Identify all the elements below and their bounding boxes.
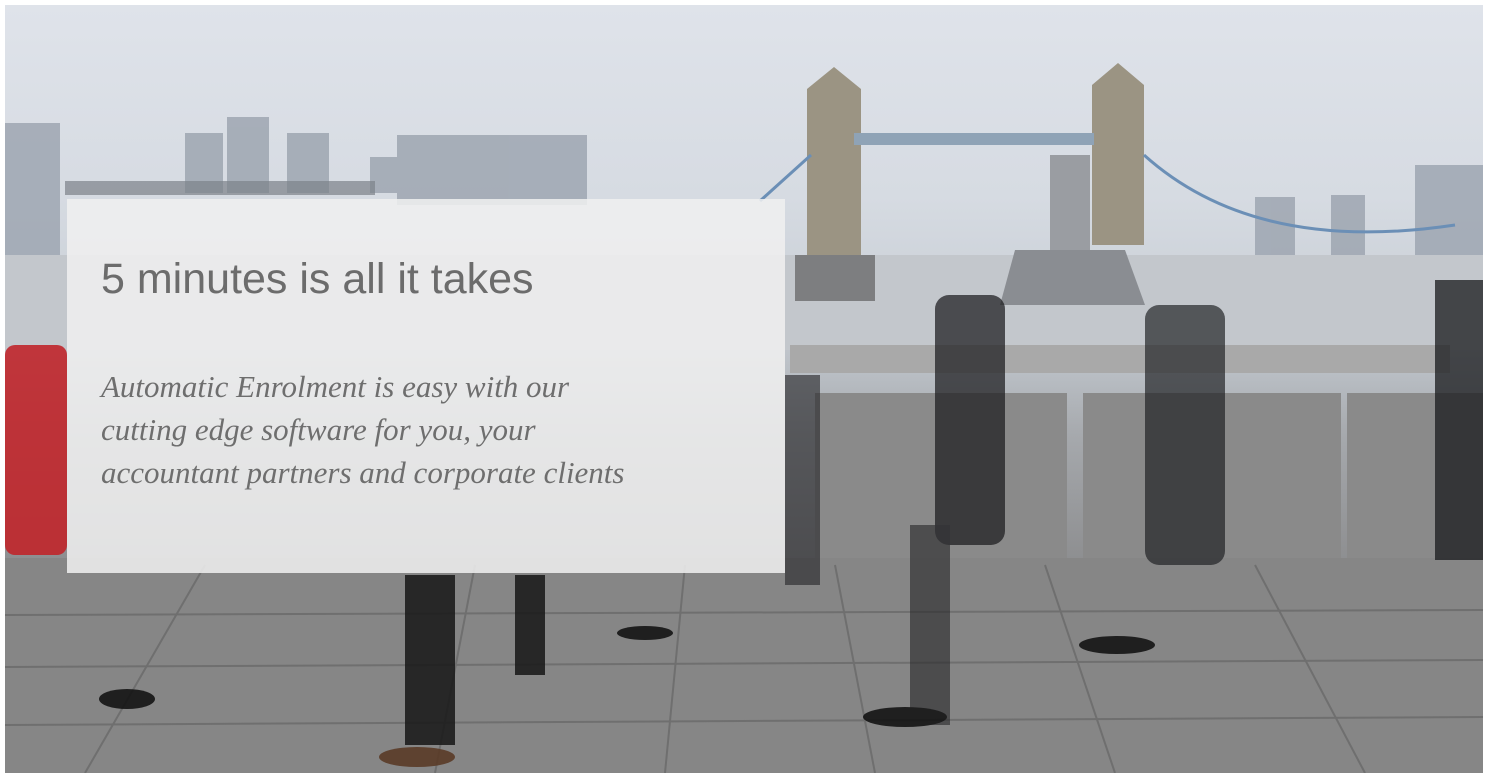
hero-banner: 5 minutes is all it takes Automatic Enro…: [5, 5, 1483, 773]
tagline-line: cutting edge software for you, your: [101, 412, 536, 447]
tagline-line: accountant partners and corporate client…: [101, 455, 625, 490]
tagline-line: Automatic Enrolment is easy with our: [101, 369, 570, 404]
hero-headline: 5 minutes is all it takes: [101, 255, 534, 303]
hero-tagline: Automatic Enrolment is easy with our cut…: [101, 365, 741, 494]
hero-text-card: 5 minutes is all it takes Automatic Enro…: [67, 199, 785, 573]
